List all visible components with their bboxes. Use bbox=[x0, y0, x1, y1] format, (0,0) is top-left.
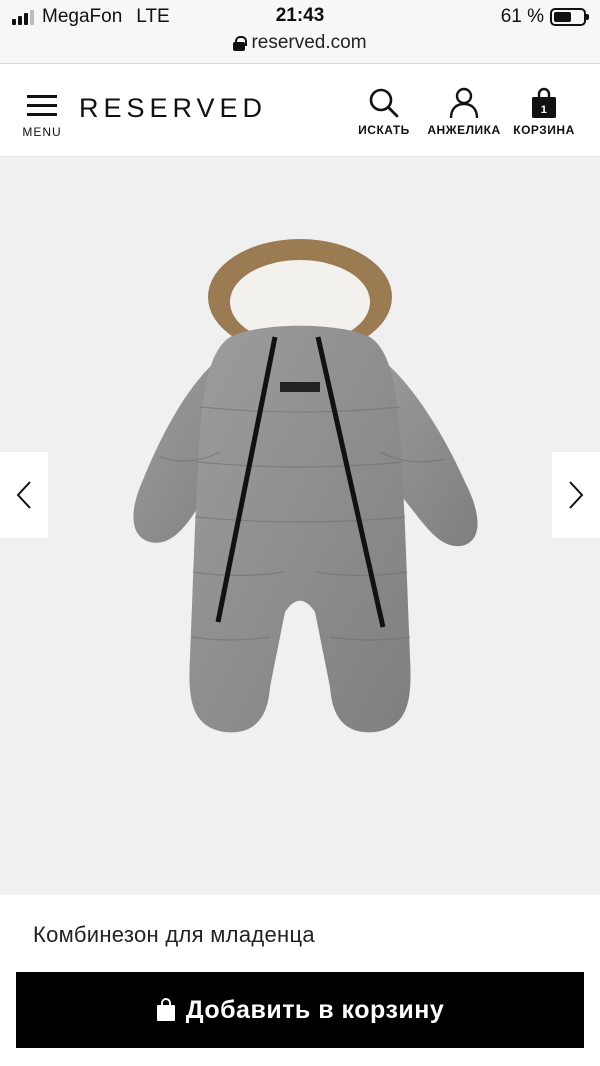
search-button[interactable]: ИСКАТЬ bbox=[356, 87, 412, 137]
site-header: MENU RESERVED ИСКАТЬ АНЖЕЛИКА 1 КОРЗИНА bbox=[0, 65, 600, 157]
shopping-bag-icon bbox=[156, 998, 175, 1021]
next-image-button[interactable] bbox=[552, 452, 600, 538]
product-gallery[interactable] bbox=[0, 157, 600, 895]
product-title: Комбинезон для младенца bbox=[33, 922, 315, 947]
cart-button[interactable]: 1 КОРЗИНА bbox=[511, 87, 577, 137]
shopping-bag-icon: 1 bbox=[532, 87, 556, 118]
url-text: reserved.com bbox=[251, 32, 367, 53]
search-icon bbox=[369, 88, 399, 118]
search-label: ИСКАТЬ bbox=[358, 123, 410, 137]
status-bar: MegaFon LTE 21:43 61 % reserved.com bbox=[0, 0, 600, 64]
status-right: 61 % bbox=[500, 6, 589, 28]
add-to-cart-button[interactable]: Добавить в корзину bbox=[16, 972, 584, 1048]
product-image bbox=[133, 239, 478, 733]
chevron-left-icon bbox=[16, 481, 31, 509]
account-label: АНЖЕЛИКА bbox=[427, 123, 501, 137]
prev-image-button[interactable] bbox=[0, 452, 48, 538]
brand-logo[interactable]: RESERVED bbox=[79, 93, 267, 124]
lock-icon bbox=[233, 35, 248, 51]
add-to-cart-label: Добавить в корзину bbox=[185, 995, 445, 1024]
battery-percent: 61 % bbox=[500, 6, 544, 27]
menu-label: MENU bbox=[22, 125, 62, 139]
address-bar[interactable]: reserved.com bbox=[0, 32, 600, 54]
battery-icon bbox=[550, 8, 589, 26]
user-icon bbox=[449, 87, 479, 119]
menu-button[interactable]: MENU bbox=[20, 95, 64, 145]
chevron-right-icon bbox=[569, 481, 584, 509]
hamburger-icon bbox=[27, 95, 57, 117]
account-button[interactable]: АНЖЕЛИКА bbox=[424, 87, 504, 137]
cart-count: 1 bbox=[541, 104, 548, 116]
cart-label: КОРЗИНА bbox=[513, 123, 575, 137]
